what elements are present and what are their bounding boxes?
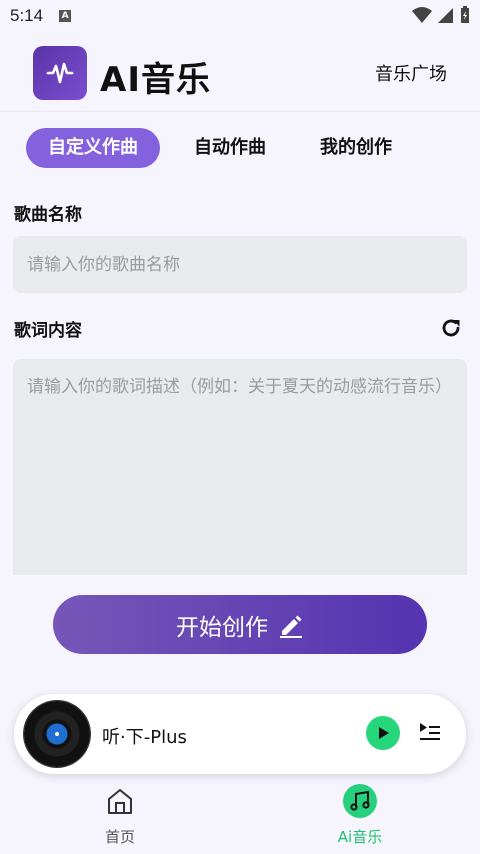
wifi-icon [412,7,432,23]
tab-auto-compose[interactable]: 自动作曲 [194,128,266,168]
play-icon [379,727,389,739]
notification-icon: A [59,10,72,22]
song-name-input[interactable] [27,254,453,275]
edit-icon [280,615,302,638]
status-bar: 5:14 A [0,0,480,32]
app-logo [33,46,87,100]
play-button[interactable] [366,716,400,750]
battery-icon [461,6,469,23]
status-time: 5:14 [10,6,44,25]
bottom-nav: 首页 Ai音乐 [0,778,480,854]
mode-tabs: 自定义作曲 自动作曲 我的创作 [26,128,392,168]
album-disc [24,701,90,767]
lyrics-textarea[interactable] [27,373,453,561]
start-button-label: 开始创作 [176,613,268,640]
tab-custom-compose[interactable]: 自定义作曲 [26,128,160,168]
lyrics-field-container [13,359,467,575]
playlist-icon[interactable] [418,720,442,744]
app-title: AI音乐 [100,60,211,100]
nav-item-ai-music[interactable]: Ai音乐 [300,778,420,847]
song-name-field-container [13,236,467,293]
music-note-icon [343,784,377,818]
home-icon [103,784,137,818]
refresh-icon[interactable] [439,316,463,340]
song-name-label: 歌曲名称 [14,205,82,225]
sound-wave-icon [46,62,74,84]
app-header: AI音乐 音乐广场 [0,32,480,112]
start-creating-button[interactable]: 开始创作 [53,595,427,654]
nav-label-ai-music: Ai音乐 [337,828,383,846]
nav-item-home[interactable]: 首页 [60,778,180,847]
tab-my-works[interactable]: 我的创作 [320,128,392,168]
signal-icon [438,8,453,23]
music-plaza-link[interactable]: 音乐广场 [375,60,447,86]
status-icons [412,6,470,24]
header-divider [0,111,480,112]
nav-label-home: 首页 [104,828,135,846]
player-song-title: 听·下-Plus [102,727,187,748]
mini-player[interactable]: 听·下-Plus [14,694,466,774]
lyrics-label: 歌词内容 [14,321,82,341]
